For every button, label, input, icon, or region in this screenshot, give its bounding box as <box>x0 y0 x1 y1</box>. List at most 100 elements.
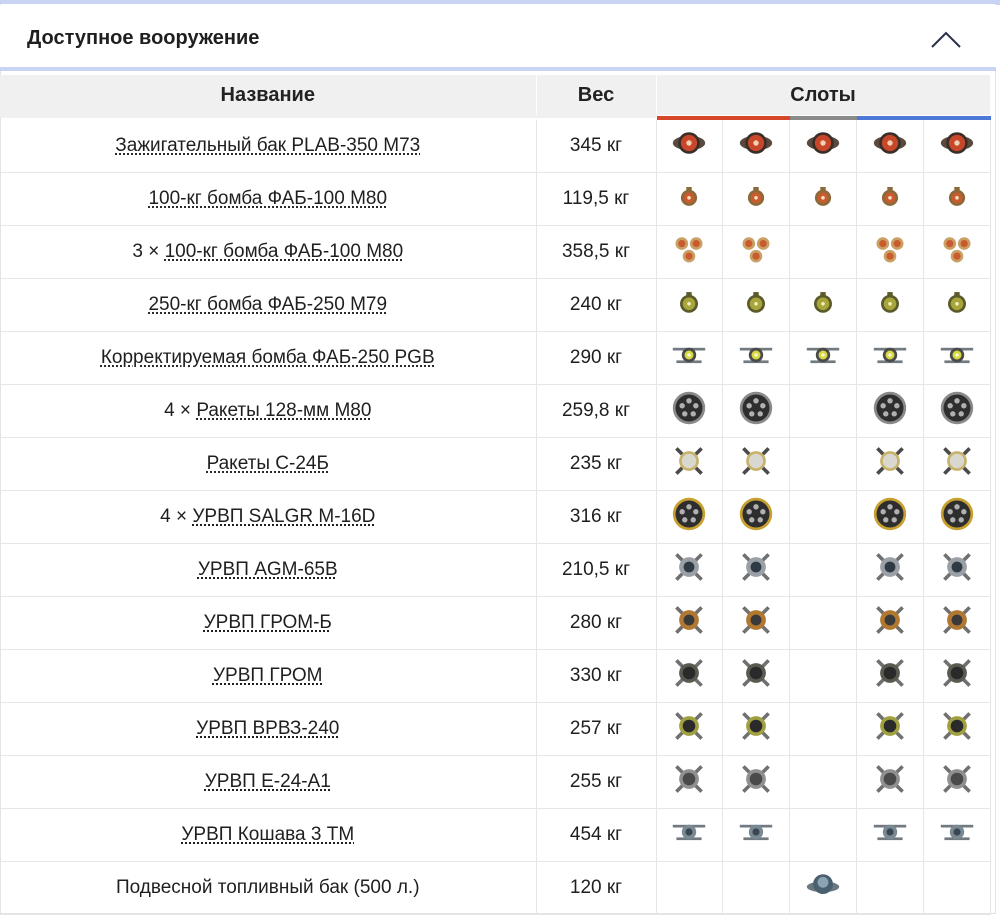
slot-cell-3 <box>789 649 857 703</box>
weapon-name-cell: УРВП Кошава 3 ТМ <box>0 808 537 862</box>
weapon-name-link[interactable]: УРВП ВРВЗ-240 <box>196 718 339 739</box>
weapon-name: Подвесной топливный бак (500 л.) <box>115 877 420 898</box>
slot-cell-2 <box>722 596 790 650</box>
slot-cell-3 <box>789 225 857 279</box>
weapon-weight-cell: 255 кг <box>536 755 657 809</box>
slot-cell-4 <box>856 596 924 650</box>
slot-cell-1 <box>656 543 723 597</box>
slot-cell-2 <box>722 490 790 544</box>
slot-cell-2 <box>722 117 790 173</box>
weapon-name-cell: УРВП ГРОМ <box>0 649 537 703</box>
incendiary-tank-icon <box>939 125 975 167</box>
weapon-name-link[interactable]: Ракеты 128-мм М80 <box>196 400 371 421</box>
table-row: 100-кг бомба ФАБ-100 М80 119,5 кг <box>0 172 991 226</box>
slot-cell-4 <box>856 437 924 491</box>
slot-cell-4 <box>856 384 924 438</box>
slot-cell-1 <box>656 384 723 438</box>
slot-cell-5 <box>923 702 991 756</box>
slots-label: Слоты <box>790 83 856 106</box>
gold-rocket-pod-icon <box>939 496 975 538</box>
slot-cell-2 <box>722 331 790 385</box>
slot-cell-4 <box>856 755 924 809</box>
weapon-name-link[interactable]: УРВП Е-24-А1 <box>205 771 331 792</box>
weapon-name-link[interactable]: УРВП SALGR M-16D <box>192 506 375 527</box>
panel-header[interactable]: Доступное вооружение <box>0 5 996 71</box>
table-row: Зажигательный бак PLAB-350 M73 345 кг <box>0 117 991 173</box>
weapon-name-cell: 3 × 100-кг бомба ФАБ-100 М80 <box>0 225 537 279</box>
weapon-weight-cell: 259,8 кг <box>536 384 657 438</box>
winged-missile-icon <box>872 814 908 856</box>
slot-cell-1 <box>656 172 723 226</box>
weapon-name-link[interactable]: УРВП AGM-65B <box>198 559 338 580</box>
dark-missile-icon <box>671 655 707 697</box>
collapse-chevron-up-icon[interactable] <box>928 25 964 53</box>
incendiary-tank-icon <box>872 125 908 167</box>
gold-rocket-pod-icon <box>671 496 707 538</box>
slot-cell-2 <box>722 437 790 491</box>
slot-cell-1 <box>656 117 723 173</box>
triple-bomb-icon <box>738 231 774 273</box>
weapon-name-cell: Корректируемая бомба ФАБ-250 PGB <box>0 331 537 385</box>
triple-bomb-icon <box>939 231 975 273</box>
weapon-name-link[interactable]: УРВП ГРОМ-Б <box>204 612 332 633</box>
table-row: УРВП ВРВЗ-240 257 кг <box>0 702 991 756</box>
slot-cell-3 <box>789 808 857 862</box>
slot-cell-3 <box>789 755 857 809</box>
bronze-missile-icon <box>738 602 774 644</box>
weapon-name-link[interactable]: Корректируемая бомба ФАБ-250 PGB <box>101 347 435 368</box>
slot-cell-1 <box>656 225 723 279</box>
slot-color-bar-2 <box>722 116 790 120</box>
table-row: УРВП ГРОМ 330 кг <box>0 649 991 703</box>
weapon-count-prefix: 4 × <box>160 506 193 527</box>
weapon-weight-cell: 210,5 кг <box>536 543 657 597</box>
table-row: 3 × 100-кг бомба ФАБ-100 М80 358,5 кг <box>0 225 991 279</box>
winged-missile-icon <box>738 814 774 856</box>
winged-missile-icon <box>671 814 707 856</box>
olive-missile-icon <box>872 708 908 750</box>
weapon-name-link[interactable]: 100-кг бомба ФАБ-100 М80 <box>165 241 404 262</box>
dark-missile-icon <box>872 655 908 697</box>
olive-bomb-icon <box>872 284 908 326</box>
incendiary-tank-icon <box>671 125 707 167</box>
olive-missile-icon <box>671 708 707 750</box>
weapon-weight-cell: 280 кг <box>536 596 657 650</box>
panel-title: Доступное вооружение <box>27 27 260 49</box>
olive-bomb-icon <box>738 284 774 326</box>
slot-cell-4 <box>856 808 924 862</box>
slot-cell-5 <box>923 384 991 438</box>
slot-cell-2 <box>722 649 790 703</box>
slot-cell-4 <box>856 649 924 703</box>
weapon-weight-cell: 240 кг <box>536 278 657 332</box>
slot-cell-5 <box>923 278 991 332</box>
table-row: Корректируемая бомба ФАБ-250 PGB 290 кг <box>0 331 991 385</box>
weapon-name-cell: 100-кг бомба ФАБ-100 М80 <box>0 172 537 226</box>
weapon-weight-cell: 120 кг <box>536 861 657 915</box>
table-row: 4 × Ракеты 128-мм М80 259,8 кг <box>0 384 991 438</box>
weapon-name-link[interactable]: Ракеты С-24Б <box>207 453 329 474</box>
weapon-weight-cell: 257 кг <box>536 702 657 756</box>
slot-cell-2 <box>722 543 790 597</box>
weapon-name-link[interactable]: 250-кг бомба ФАБ-250 М79 <box>148 294 387 315</box>
weapon-name-cell: Зажигательный бак PLAB-350 M73 <box>0 117 537 173</box>
slot-cell-5 <box>923 649 991 703</box>
weapon-weight-cell: 330 кг <box>536 649 657 703</box>
slot-cell-2 <box>722 172 790 226</box>
weapon-name-cell: Ракеты С-24Б <box>0 437 537 491</box>
weapon-name-cell: УРВП Е-24-А1 <box>0 755 537 809</box>
weapon-name-link[interactable]: УРВП ГРОМ <box>213 665 323 686</box>
weapon-name-link[interactable]: УРВП Кошава 3 ТМ <box>181 824 354 845</box>
weapon-name-cell: Подвесной топливный бак (500 л.) <box>0 861 537 915</box>
grey-missile-icon <box>939 761 975 803</box>
small-bomb-icon <box>671 178 707 220</box>
slot-cell-5 <box>923 861 991 915</box>
slot-cell-5 <box>923 755 991 809</box>
weapon-name-link[interactable]: 100-кг бомба ФАБ-100 М80 <box>148 188 387 209</box>
slot-cell-2 <box>722 861 790 915</box>
winged-missile-icon <box>939 814 975 856</box>
weapon-name-link[interactable]: Зажигательный бак PLAB-350 M73 <box>115 135 420 156</box>
small-bomb-icon <box>872 178 908 220</box>
olive-missile-icon <box>738 708 774 750</box>
weapon-name-cell: УРВП AGM-65B <box>0 543 537 597</box>
weapon-weight-cell: 316 кг <box>536 490 657 544</box>
weapon-weight-cell: 454 кг <box>536 808 657 862</box>
